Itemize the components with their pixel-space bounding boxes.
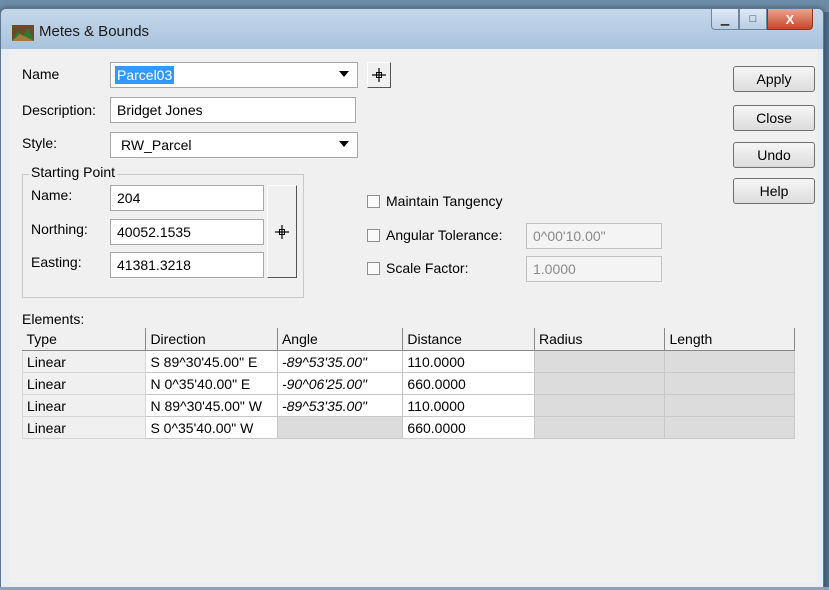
minimize-icon: ▁ xyxy=(720,13,730,26)
crosshair-icon xyxy=(372,68,386,82)
cell-length xyxy=(664,416,795,439)
angular-tolerance-label: Angular Tolerance: xyxy=(386,227,503,243)
cell-direction[interactable]: N 0^35'40.00" E xyxy=(145,372,278,395)
table-row[interactable]: Linear N 0^35'40.00" E -90^06'25.00" 660… xyxy=(21,372,795,395)
metes-bounds-dialog: Metes & Bounds ▁ □ X Name Parcel03 Descr… xyxy=(0,8,824,590)
angular-tolerance-input[interactable]: 0^00'10.00" xyxy=(526,223,662,249)
elements-table[interactable]: Type Direction Angle Distance Radius Len… xyxy=(21,328,795,439)
cell-angle[interactable]: -89^53'35.00" xyxy=(276,350,404,373)
close-icon: X xyxy=(785,11,795,27)
app-icon xyxy=(12,25,34,41)
column-header-direction[interactable]: Direction xyxy=(145,328,278,351)
sp-name-label: Name: xyxy=(31,187,73,203)
table-row[interactable]: Linear S 89^30'45.00" E -89^53'35.00" 11… xyxy=(21,350,795,373)
cell-radius xyxy=(533,416,666,439)
northing-input[interactable]: 40052.1535 xyxy=(110,219,264,245)
cell-distance[interactable]: 110.0000 xyxy=(402,350,535,373)
window-title: Metes & Bounds xyxy=(39,23,150,40)
close-window-button[interactable]: X xyxy=(767,9,813,30)
apply-button[interactable]: Apply xyxy=(733,66,815,92)
pick-point-button[interactable] xyxy=(267,185,297,278)
starting-point-title: Starting Point xyxy=(29,164,118,180)
maximize-icon: □ xyxy=(749,13,757,25)
name-combo[interactable]: Parcel03 xyxy=(110,62,358,88)
name-combo-value: Parcel03 xyxy=(115,66,175,84)
description-input[interactable]: Bridget Jones xyxy=(110,97,356,123)
cell-radius xyxy=(533,350,666,373)
cell-direction[interactable]: S 0^35'40.00" W xyxy=(145,416,278,439)
cell-length xyxy=(664,350,795,373)
maintain-tangency-label: Maintain Tangency xyxy=(386,193,503,209)
cell-angle[interactable]: -89^53'35.00" xyxy=(276,394,404,417)
checkbox-box[interactable] xyxy=(367,228,380,242)
title-bar[interactable]: Metes & Bounds ▁ □ X xyxy=(1,9,823,49)
cell-type[interactable]: Linear xyxy=(21,372,147,395)
chevron-down-icon xyxy=(339,71,349,77)
scale-factor-input[interactable]: 1.0000 xyxy=(526,256,662,282)
maintain-tangency-checkbox[interactable]: Maintain Tangency xyxy=(367,193,502,209)
minimize-button[interactable]: ▁ xyxy=(711,9,739,30)
help-button[interactable]: Help xyxy=(733,178,815,204)
cell-angle xyxy=(276,416,404,439)
easting-input[interactable]: 41381.3218 xyxy=(110,252,264,278)
description-label: Description: xyxy=(22,102,96,118)
table-header-row: Type Direction Angle Distance Radius Len… xyxy=(22,328,795,351)
cell-radius xyxy=(533,372,666,395)
cell-distance[interactable]: 660.0000 xyxy=(402,372,535,395)
column-header-angle[interactable]: Angle xyxy=(277,328,404,351)
easting-label: Easting: xyxy=(31,254,82,270)
close-button[interactable]: Close xyxy=(733,105,815,131)
scale-factor-label: Scale Factor: xyxy=(386,260,469,276)
dialog-client-area: Name Parcel03 Description: Bridget Jones… xyxy=(9,49,817,583)
undo-button[interactable]: Undo xyxy=(733,142,815,168)
style-label: Style: xyxy=(22,135,58,151)
cell-radius xyxy=(533,394,666,417)
table-row[interactable]: Linear S 0^35'40.00" W 660.0000 xyxy=(21,416,795,439)
caption-buttons: ▁ □ X xyxy=(711,9,813,31)
style-combo[interactable]: RW_Parcel xyxy=(110,132,358,158)
sp-name-input[interactable]: 204 xyxy=(110,185,264,211)
cell-length xyxy=(664,372,795,395)
cell-type[interactable]: Linear xyxy=(21,416,147,439)
column-header-length[interactable]: Length xyxy=(664,328,795,351)
cell-length xyxy=(664,394,795,417)
checkbox-box[interactable] xyxy=(367,261,380,275)
column-header-type[interactable]: Type xyxy=(22,328,147,351)
northing-label: Northing: xyxy=(31,221,88,237)
cell-angle[interactable]: -90^06'25.00" xyxy=(276,372,404,395)
cell-type[interactable]: Linear xyxy=(21,350,147,373)
elements-label: Elements: xyxy=(22,311,85,327)
scale-factor-checkbox[interactable]: Scale Factor: xyxy=(367,260,468,276)
style-combo-value: RW_Parcel xyxy=(121,137,192,153)
crosshair-icon xyxy=(275,224,289,239)
cell-distance[interactable]: 110.0000 xyxy=(402,394,535,417)
cell-direction[interactable]: S 89^30'45.00" E xyxy=(145,350,278,373)
cell-distance[interactable]: 660.0000 xyxy=(402,416,535,439)
angular-tolerance-checkbox[interactable]: Angular Tolerance: xyxy=(367,227,502,243)
chevron-down-icon xyxy=(339,141,349,147)
column-header-radius[interactable]: Radius xyxy=(534,328,666,351)
table-row[interactable]: Linear N 89^30'45.00" W -89^53'35.00" 11… xyxy=(21,394,795,417)
pick-name-button[interactable] xyxy=(367,62,391,88)
cell-direction[interactable]: N 89^30'45.00" W xyxy=(145,394,278,417)
name-label: Name xyxy=(22,66,60,82)
maximize-button[interactable]: □ xyxy=(739,9,767,30)
checkbox-box[interactable] xyxy=(367,194,380,208)
cell-type[interactable]: Linear xyxy=(21,394,147,417)
column-header-distance[interactable]: Distance xyxy=(402,328,535,351)
